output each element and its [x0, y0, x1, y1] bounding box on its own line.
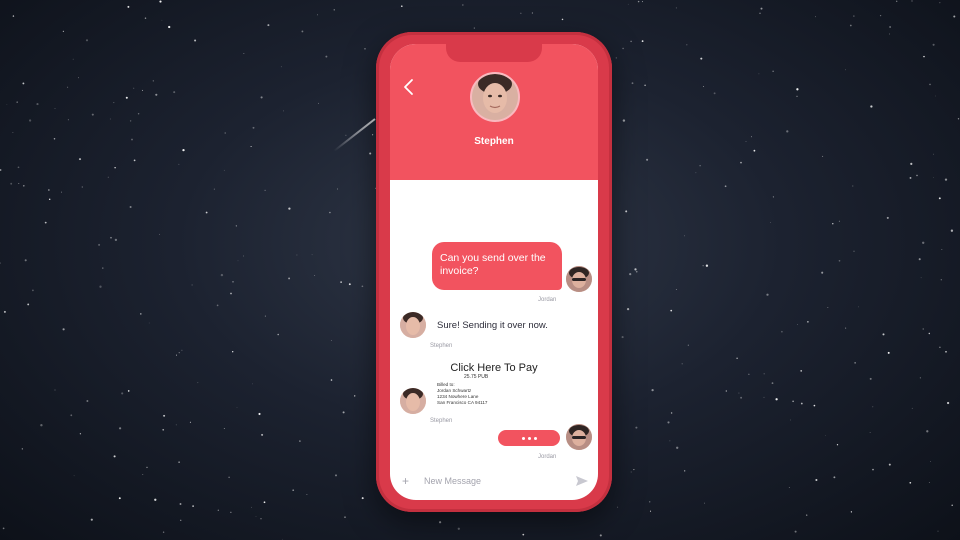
chat-screen: Stephen Can you send over the invoice? J… — [390, 44, 598, 500]
chat-header: Stephen — [390, 44, 598, 180]
phone-frame: Stephen Can you send over the invoice? J… — [376, 32, 612, 512]
jordan-avatar — [566, 266, 592, 292]
message-composer: + — [390, 468, 598, 500]
message-bubble-outgoing[interactable]: Can you send over the invoice? — [432, 242, 562, 290]
stephen-avatar — [400, 388, 426, 414]
new-message-input[interactable] — [424, 474, 574, 488]
message-sender: Jordan — [538, 297, 557, 303]
back-chevron-icon[interactable] — [402, 78, 416, 96]
invoice-amount: 25.75 PUB — [464, 374, 489, 380]
jordan-avatar — [566, 424, 592, 450]
phone-notch — [446, 44, 542, 62]
message-sender: Jordan — [538, 454, 557, 460]
message-sender: Stephen — [430, 343, 453, 349]
message-sender: Stephen — [430, 418, 453, 424]
billing-city: San Francisco CA 94117 — [437, 400, 488, 405]
plus-icon[interactable]: + — [402, 474, 409, 488]
pay-link[interactable]: Click Here To Pay — [390, 362, 598, 374]
message-incoming[interactable]: Sure! Sending it over now. — [437, 320, 548, 331]
contact-name: Stephen — [474, 136, 514, 147]
invoice-billing-details: Billed to: Jordan Schwartz 1234 Nowhere … — [437, 382, 487, 406]
typing-indicator — [498, 430, 560, 446]
send-icon[interactable] — [576, 476, 588, 486]
contact-avatar[interactable] — [470, 72, 520, 122]
stephen-avatar — [400, 312, 426, 338]
